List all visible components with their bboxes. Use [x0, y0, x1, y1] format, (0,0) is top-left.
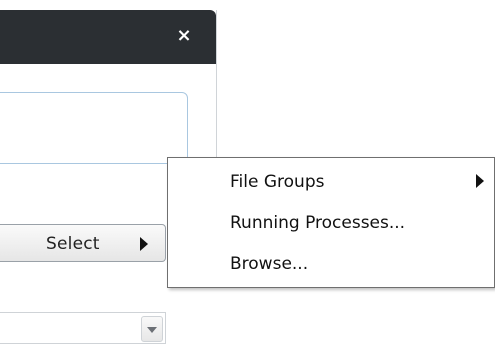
- menu-item-file-groups[interactable]: File Groups: [168, 164, 495, 202]
- dropdown-field[interactable]: [0, 312, 166, 344]
- select-button-label: Select: [46, 234, 100, 254]
- dialog-titlebar: ×: [0, 10, 216, 64]
- select-submenu: File Groups Running Processes... Browse.…: [167, 157, 495, 288]
- chevron-right-icon: [476, 174, 484, 188]
- select-button[interactable]: Select: [0, 224, 166, 262]
- dropdown-toggle-button[interactable]: [141, 316, 163, 342]
- menu-item-label: File Groups: [230, 172, 325, 192]
- close-button[interactable]: ×: [172, 24, 196, 48]
- chevron-down-icon: [147, 327, 157, 333]
- text-input[interactable]: [0, 92, 188, 164]
- close-icon: ×: [176, 25, 192, 46]
- menu-item-running-processes[interactable]: Running Processes...: [168, 205, 495, 243]
- menu-item-label: Browse...: [230, 254, 309, 274]
- chevron-right-icon: [140, 237, 148, 251]
- menu-item-browse[interactable]: Browse...: [168, 246, 495, 284]
- menu-item-label: Running Processes...: [230, 213, 406, 233]
